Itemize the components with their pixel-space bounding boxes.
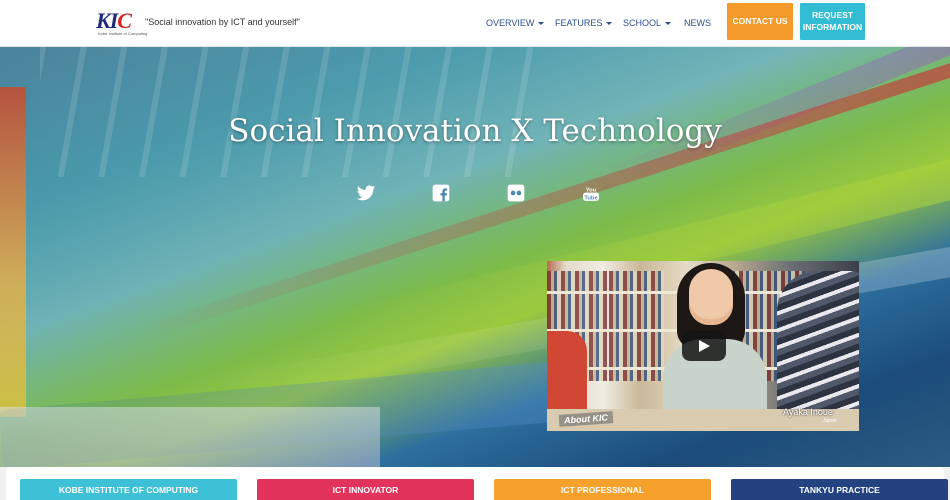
chevron-down-icon bbox=[665, 22, 672, 26]
svg-text:You: You bbox=[586, 187, 597, 193]
card-kobe-institute[interactable]: KOBE INSTITUTE OF COMPUTING bbox=[20, 479, 237, 500]
card-ict-innovator[interactable]: ICT INNOVATOR bbox=[257, 479, 474, 500]
video-caption-country: Japan bbox=[823, 418, 837, 424]
logo-subtitle: Kobe Institute of Computing bbox=[98, 31, 148, 36]
nav-school-label: SCHOOL bbox=[623, 18, 662, 28]
svg-text:Tube: Tube bbox=[584, 195, 598, 201]
site-tagline: "Social innovation by ICT and yourself" bbox=[145, 17, 300, 27]
flickr-icon[interactable] bbox=[505, 182, 527, 204]
nav-overview-label: OVERVIEW bbox=[486, 18, 535, 28]
video-bookshelf bbox=[609, 271, 664, 381]
chevron-down-icon bbox=[538, 22, 545, 26]
video-person-face bbox=[689, 269, 733, 325]
nav-news-label: NEWS bbox=[684, 18, 711, 28]
kic-logo[interactable]: KIC Kobe Institute of Computing bbox=[96, 8, 147, 36]
chevron-down-icon bbox=[606, 22, 613, 26]
hero-station-roof bbox=[40, 47, 540, 177]
nav-features-label: FEATURES bbox=[555, 18, 603, 28]
nav-school[interactable]: SCHOOL bbox=[623, 18, 672, 28]
category-strip: KOBE INSTITUTE OF COMPUTING ICT INNOVATO… bbox=[0, 467, 950, 500]
nav-overview[interactable]: OVERVIEW bbox=[486, 18, 545, 28]
nav-features[interactable]: FEATURES bbox=[555, 18, 613, 28]
card-ict-professional[interactable]: ICT PROFESSIONAL bbox=[494, 479, 711, 500]
card-tankyu-practice[interactable]: TANKYU PRACTICE bbox=[731, 479, 948, 500]
play-icon[interactable] bbox=[682, 331, 726, 361]
request-information-button[interactable]: REQUEST INFORMATION bbox=[800, 3, 865, 40]
hero-banner: Social Innovation X Technology You Tube A… bbox=[0, 47, 950, 467]
contact-us-button[interactable]: CONTACT US bbox=[727, 3, 793, 40]
video-person-sleeve bbox=[547, 331, 587, 421]
twitter-icon[interactable] bbox=[355, 182, 377, 204]
site-header: KIC Kobe Institute of Computing "Social … bbox=[0, 0, 950, 47]
video-caption-name: Ayaka Inoue bbox=[783, 407, 833, 417]
hero-title: Social Innovation X Technology bbox=[228, 113, 722, 149]
intro-video-player[interactable]: About KIC Ayaka Inoue Japan bbox=[547, 261, 859, 431]
facebook-icon[interactable] bbox=[430, 182, 452, 204]
hero-platform bbox=[0, 407, 380, 467]
youtube-icon[interactable]: You Tube bbox=[580, 182, 602, 204]
nav-news[interactable]: NEWS bbox=[684, 18, 711, 28]
category-panel: KOBE INSTITUTE OF COMPUTING ICT INNOVATO… bbox=[6, 467, 948, 500]
